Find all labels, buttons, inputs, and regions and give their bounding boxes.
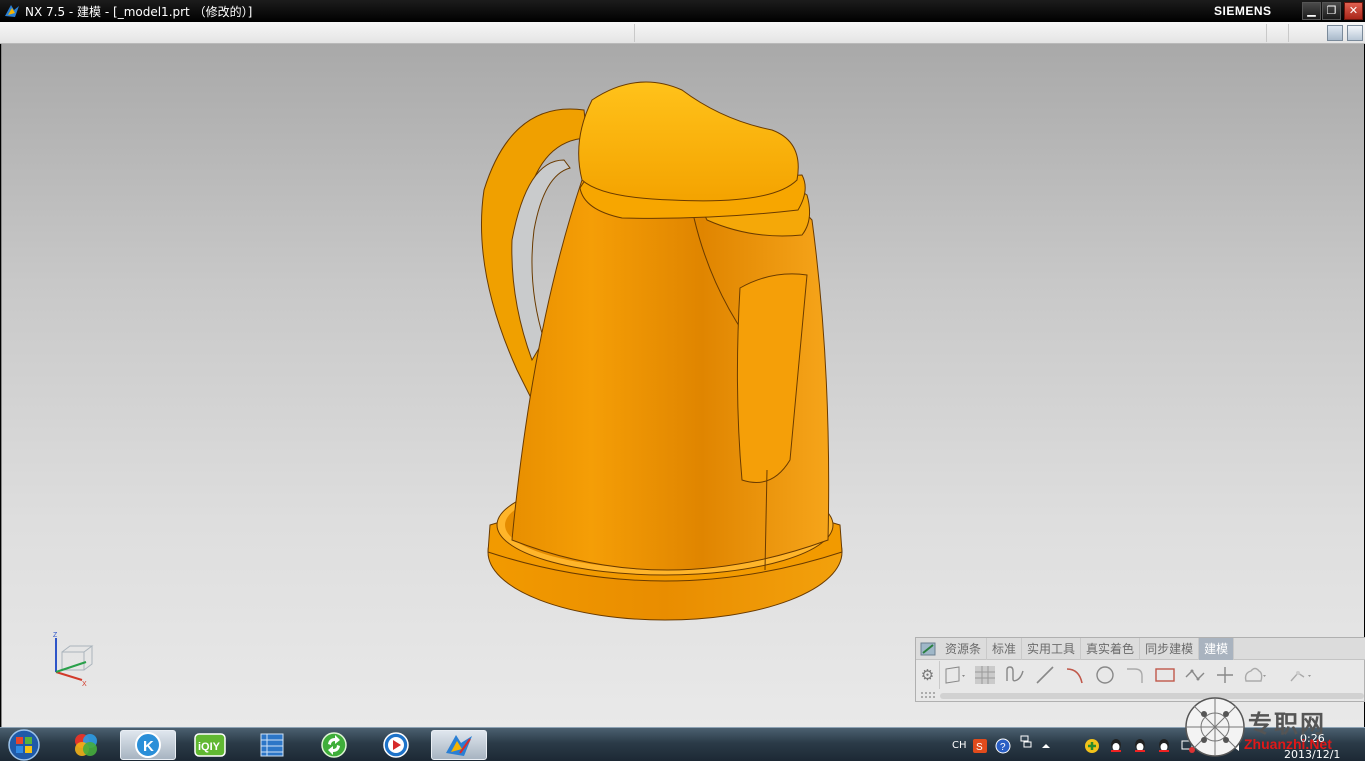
- toolbar-scrollbar[interactable]: [940, 693, 1364, 699]
- taskbar: K iQIY CH S ? 0:26 2013/12/1: [0, 727, 1365, 761]
- trim-button[interactable]: [1286, 662, 1316, 688]
- siemens-brand: SIEMENS: [1214, 4, 1272, 18]
- circle-icon: [1096, 666, 1114, 684]
- title-bar: NX 7.5 - 建模 - [_model1.prt （修改的）] SIEMEN…: [0, 0, 1365, 22]
- svg-text:?: ?: [1000, 742, 1006, 753]
- restore-icon: ❐: [1326, 4, 1337, 17]
- nx-app-icon[interactable]: [3, 2, 21, 20]
- strip-divider: [1266, 24, 1267, 42]
- media-play-icon: [383, 732, 409, 758]
- kettle-model[interactable]: [472, 70, 852, 630]
- tab-strip-icon[interactable]: [916, 638, 940, 660]
- triad-x-label: X: [82, 681, 87, 686]
- grid-button[interactable]: [970, 662, 1000, 688]
- language-indicator[interactable]: CH: [952, 740, 967, 751]
- taskbar-nx[interactable]: [431, 730, 487, 760]
- line-button[interactable]: [1030, 662, 1060, 688]
- refresh-app-icon: [321, 732, 347, 758]
- input-method-icon[interactable]: S: [972, 738, 988, 754]
- display-icon[interactable]: [1018, 734, 1034, 750]
- toolbar-tabs: 资源条 标准 实用工具 真实着色 同步建模 建模: [916, 638, 1365, 660]
- add-icon[interactable]: [1084, 738, 1100, 754]
- nx-icon: [446, 735, 472, 756]
- taskbar-refresh-app[interactable]: [306, 730, 362, 760]
- shape-button[interactable]: [1240, 662, 1270, 688]
- sketch-plane-icon: [945, 666, 965, 684]
- tab-true-shading[interactable]: 真实着色: [1081, 638, 1141, 660]
- kuwo-icon: K: [135, 732, 161, 758]
- svg-text:S: S: [976, 742, 983, 753]
- polyline-icon: [1185, 669, 1205, 681]
- restore-button[interactable]: ❐: [1322, 2, 1341, 20]
- svg-text:K: K: [143, 738, 154, 755]
- toolbar-options-button[interactable]: ⚙: [916, 661, 940, 689]
- floating-toolbar: 资源条 标准 实用工具 真实着色 同步建模 建模 ⚙: [915, 637, 1365, 702]
- video-editor-icon: [260, 733, 284, 757]
- tab-standard[interactable]: 标准: [987, 638, 1023, 660]
- start-orb-icon[interactable]: [6, 728, 42, 761]
- minimize-button[interactable]: ▁: [1302, 2, 1321, 20]
- tab-resources[interactable]: 资源条: [940, 638, 988, 660]
- point-button[interactable]: [1210, 662, 1240, 688]
- view-toggle-icon[interactable]: [1327, 25, 1343, 41]
- minimize-icon: ▁: [1307, 4, 1316, 17]
- menu-strip: [0, 22, 1365, 44]
- studio-spline-button[interactable]: [1000, 662, 1030, 688]
- rectangle-icon: [1155, 668, 1175, 682]
- iqiyi-icon: iQIY: [194, 733, 226, 757]
- tab-utilities[interactable]: 实用工具: [1022, 638, 1082, 660]
- window-title: NX 7.5 - 建模 - [_model1.prt （修改的）]: [25, 4, 253, 19]
- triad-z-label: Z: [53, 632, 58, 639]
- qq-icon[interactable]: [1132, 738, 1148, 754]
- qq-icon[interactable]: [1156, 738, 1172, 754]
- qq-icon[interactable]: [1108, 738, 1124, 754]
- arc-button[interactable]: [1060, 662, 1090, 688]
- close-button[interactable]: ✕: [1344, 2, 1363, 20]
- fillet-icon: [1127, 668, 1143, 683]
- media-player-icon: [75, 734, 97, 756]
- line-icon: [1036, 666, 1054, 684]
- trim-icon: [1290, 671, 1311, 682]
- taskbar-iqiyi[interactable]: iQIY: [182, 730, 238, 760]
- strip-divider: [634, 24, 635, 42]
- point-icon: [1217, 667, 1233, 683]
- help-icon[interactable]: ?: [995, 738, 1011, 754]
- arc-icon: [1066, 668, 1083, 684]
- svg-text:iQIY: iQIY: [198, 741, 221, 753]
- fillet-button[interactable]: [1120, 662, 1150, 688]
- sketch-plane-button[interactable]: [940, 662, 970, 688]
- taskbar-media-player[interactable]: [58, 730, 114, 760]
- graphics-viewport[interactable]: Z X: [1, 44, 1364, 727]
- polyline-button[interactable]: [1180, 662, 1210, 688]
- shape-icon: [1244, 667, 1266, 682]
- toolbar-tools: ⚙: [916, 661, 1365, 689]
- taskbar-media-play[interactable]: [368, 730, 424, 760]
- tab-modeling[interactable]: 建模: [1199, 638, 1235, 660]
- watermark-english: Zhuanzhi.Net: [1244, 736, 1332, 752]
- close-icon: ✕: [1348, 4, 1359, 17]
- circle-button[interactable]: [1090, 662, 1120, 688]
- toolbar-grip-icon[interactable]: [920, 690, 936, 700]
- gear-icon: ⚙: [920, 666, 935, 684]
- watermark-ball-icon: [1185, 697, 1245, 757]
- rectangle-button[interactable]: [1150, 662, 1180, 688]
- strip-divider: [1288, 24, 1289, 42]
- tab-sync-modeling[interactable]: 同步建模: [1140, 638, 1200, 660]
- studio-spline-icon: [1006, 666, 1024, 682]
- watermark-chinese: 专职网: [1248, 709, 1326, 738]
- grid-icon: [975, 666, 995, 684]
- view-triad[interactable]: Z X: [46, 628, 96, 686]
- window-maximize-icon[interactable]: [1347, 25, 1363, 41]
- taskbar-video-editor[interactable]: [244, 730, 300, 760]
- tray-expand-icon[interactable]: [1038, 738, 1054, 754]
- taskbar-kuwo[interactable]: K: [120, 730, 176, 760]
